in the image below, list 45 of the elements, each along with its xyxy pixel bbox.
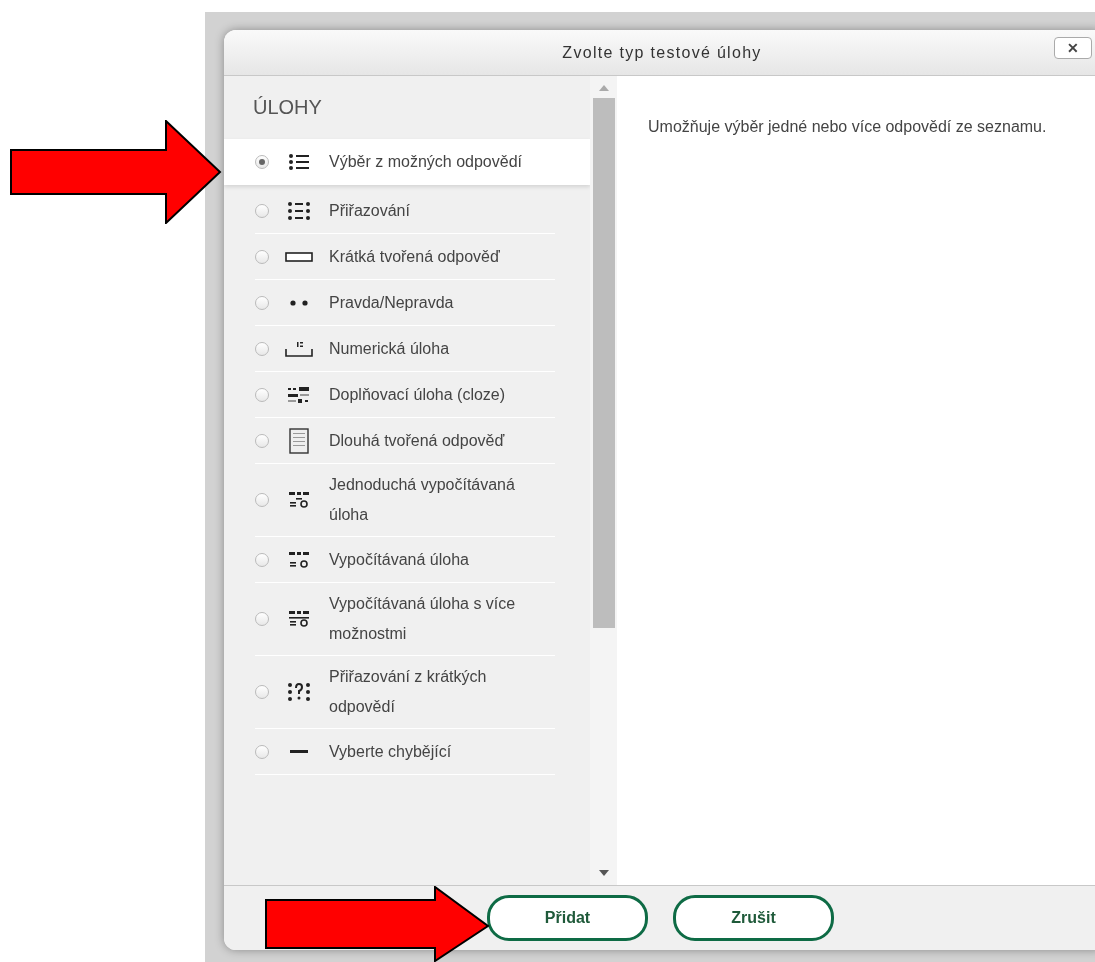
two-dots-icon bbox=[289, 299, 309, 306]
scrollbar[interactable] bbox=[590, 76, 617, 885]
radio-button[interactable] bbox=[255, 155, 269, 169]
text-field-icon bbox=[285, 251, 313, 262]
question-type-option[interactable]: Vypočítávaná úloha s více možnostmi bbox=[255, 583, 555, 656]
document-icon bbox=[289, 427, 309, 454]
question-type-option[interactable]: Výběr z možných odpovědí bbox=[224, 139, 590, 185]
question-type-option[interactable]: Numerická úloha bbox=[255, 326, 555, 372]
close-button[interactable]: ✕ bbox=[1054, 37, 1092, 59]
radio-button[interactable] bbox=[255, 387, 269, 402]
radio-button[interactable] bbox=[255, 249, 269, 264]
question-type-option[interactable]: Dlouhá tvořená odpověď bbox=[255, 418, 555, 464]
radio-button[interactable] bbox=[255, 341, 269, 356]
list-icon bbox=[288, 153, 310, 171]
scroll-down-icon[interactable] bbox=[597, 869, 610, 877]
scrollbar-thumb[interactable] bbox=[592, 98, 615, 628]
question-type-option[interactable]: Přiřazování bbox=[255, 188, 555, 234]
dotted-grid-icon bbox=[287, 200, 311, 221]
radio-button[interactable] bbox=[255, 685, 269, 699]
radio-button[interactable] bbox=[255, 493, 269, 507]
list-heading: ÚLOHY bbox=[252, 95, 323, 120]
dots-question-icon bbox=[287, 681, 311, 703]
number-field-icon bbox=[285, 340, 313, 357]
question-type-option[interactable]: Krátká tvořená odpověď bbox=[255, 234, 555, 280]
dash-icon bbox=[289, 749, 309, 754]
question-type-option[interactable]: Doplňovací úloha (cloze) bbox=[255, 372, 555, 418]
radio-button[interactable] bbox=[255, 552, 269, 567]
question-type-option[interactable]: Přiřazování z krátkých odpovědí bbox=[255, 656, 555, 729]
question-type-option[interactable]: Jednoduchá vypočítávaná úloha bbox=[255, 464, 555, 537]
question-type-option[interactable]: Vypočítávaná úloha bbox=[255, 537, 555, 583]
radio-button[interactable] bbox=[255, 744, 269, 759]
dialog-title: Zvolte typ testové úlohy bbox=[562, 43, 762, 62]
radio-button[interactable] bbox=[255, 203, 269, 218]
dialog-button[interactable]: Přidat bbox=[487, 895, 648, 941]
description-text: Umožňuje výběr jedné nebo více odpovědí ze seznamu. bbox=[648, 117, 1048, 137]
formula-icon bbox=[287, 608, 311, 630]
formula-icon bbox=[287, 489, 311, 511]
scroll-up-icon[interactable] bbox=[597, 84, 610, 92]
dialog-button[interactable]: Zrušit bbox=[673, 895, 834, 941]
radio-button[interactable] bbox=[255, 295, 269, 310]
gap-lines-icon bbox=[287, 385, 311, 404]
radio-button[interactable] bbox=[255, 433, 269, 448]
question-type-option[interactable]: Vyberte chybějící bbox=[255, 729, 555, 775]
radio-button[interactable] bbox=[255, 612, 269, 626]
question-type-option[interactable]: Pravda/Nepravda bbox=[255, 280, 555, 326]
